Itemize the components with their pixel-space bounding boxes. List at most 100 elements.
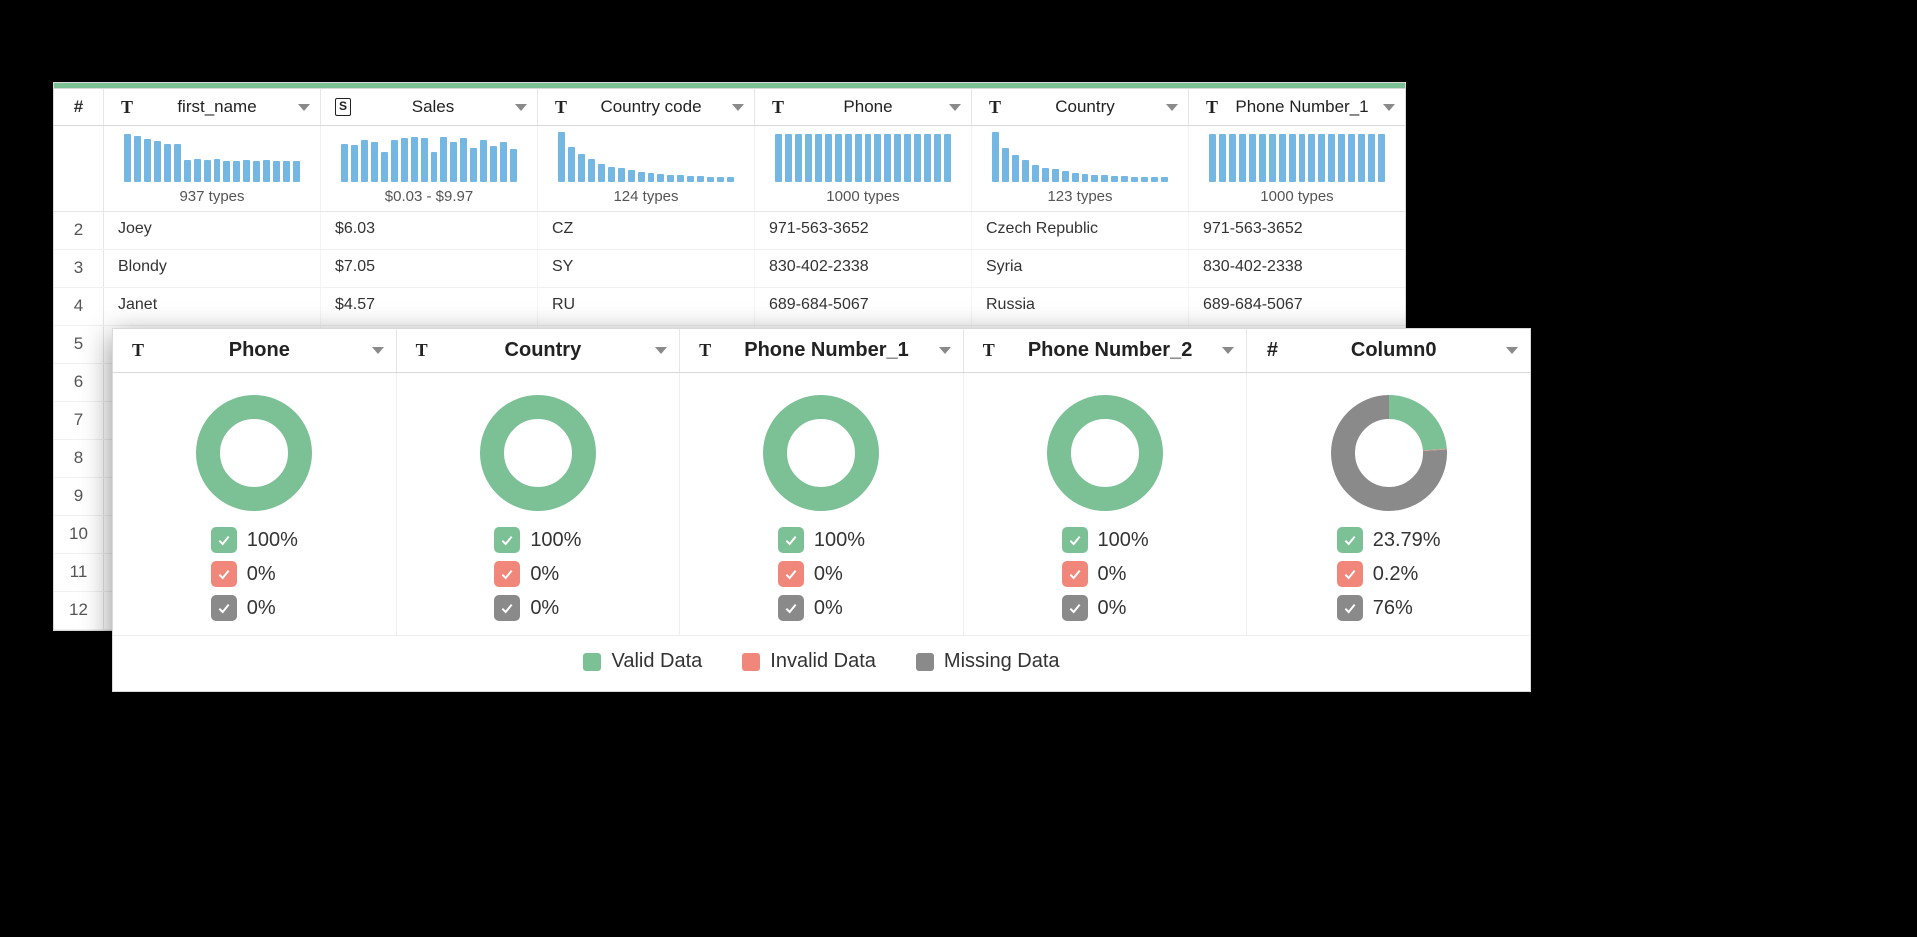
chevron-down-icon[interactable]: [1166, 104, 1178, 111]
swatch-missing: [916, 653, 934, 671]
table-cell[interactable]: Blondy: [104, 250, 321, 287]
chevron-down-icon[interactable]: [515, 104, 527, 111]
table-cell[interactable]: $4.57: [321, 288, 538, 325]
mini-bar: [992, 132, 999, 182]
mini-bar: [1091, 175, 1098, 182]
column-summary-text: 1000 types: [1195, 188, 1399, 205]
quality-column-header[interactable]: TPhone Number_2: [964, 329, 1248, 372]
mini-bar: [707, 177, 714, 182]
mini-bar: [421, 138, 428, 182]
row-number: 5: [54, 326, 104, 363]
mini-bar: [934, 134, 941, 182]
table-cell[interactable]: 830-402-2338: [1189, 250, 1405, 287]
table-cell[interactable]: 971-563-3652: [1189, 212, 1405, 249]
stat-valid: 100%: [211, 527, 298, 553]
table-cell[interactable]: Janet: [104, 288, 321, 325]
chevron-down-icon[interactable]: [939, 347, 951, 354]
table-cell[interactable]: 971-563-3652: [755, 212, 972, 249]
column-header[interactable]: TCountry: [972, 89, 1189, 125]
mini-bar: [351, 145, 358, 182]
mini-bar: [1338, 134, 1345, 182]
table-row[interactable]: 3Blondy$7.05SY830-402-2338Syria830-402-2…: [54, 250, 1405, 288]
chevron-down-icon[interactable]: [372, 347, 384, 354]
column-header-label: first_name: [144, 97, 290, 117]
chevron-down-icon[interactable]: [298, 104, 310, 111]
quality-chart-cell: 100% 0% 0%: [113, 373, 397, 635]
mini-bar: [677, 175, 684, 182]
column-header-label: Country: [1012, 97, 1158, 117]
chevron-down-icon[interactable]: [655, 347, 667, 354]
stat-valid-value: 100%: [247, 529, 298, 552]
table-cell[interactable]: CZ: [538, 212, 755, 249]
mini-bar: [1082, 174, 1089, 182]
check-icon: [1337, 527, 1363, 553]
table-cell[interactable]: Joey: [104, 212, 321, 249]
quality-stats: 100% 0% 0%: [778, 527, 865, 621]
stat-valid-value: 100%: [530, 529, 581, 552]
mini-bar: [1328, 134, 1335, 182]
legend-missing-label: Missing Data: [944, 650, 1060, 673]
mini-bar: [1161, 177, 1168, 182]
mini-bar: [727, 177, 734, 182]
stat-missing: 76%: [1337, 595, 1413, 621]
mini-bar-chart: [327, 134, 531, 186]
quality-column-header[interactable]: #Column0: [1247, 329, 1530, 372]
mini-bar: [1368, 134, 1375, 182]
table-cell[interactable]: Russia: [972, 288, 1189, 325]
quality-column-header[interactable]: TCountry: [397, 329, 681, 372]
chevron-down-icon[interactable]: [732, 104, 744, 111]
mini-bar: [431, 152, 438, 182]
table-cell[interactable]: Syria: [972, 250, 1189, 287]
mini-bar: [1239, 134, 1246, 182]
check-icon: [211, 527, 237, 553]
column-header[interactable]: TCountry code: [538, 89, 755, 125]
table-cell[interactable]: 689-684-5067: [755, 288, 972, 325]
chevron-down-icon[interactable]: [1222, 347, 1234, 354]
donut-chart: [1329, 393, 1449, 513]
mini-bar-chart: [544, 134, 748, 186]
column-summary-cell: 937 types: [104, 126, 321, 211]
column-header[interactable]: TPhone Number_1: [1189, 89, 1405, 125]
table-cell[interactable]: SY: [538, 250, 755, 287]
table-row[interactable]: 4Janet$4.57RU689-684-5067Russia689-684-5…: [54, 288, 1405, 326]
donut-chart: [194, 393, 314, 513]
column-header[interactable]: Tfirst_name: [104, 89, 321, 125]
mini-bar: [1348, 134, 1355, 182]
mini-bar-chart: [978, 134, 1182, 186]
mini-bar: [174, 144, 181, 182]
quality-panel: TPhoneTCountryTPhone Number_1TPhone Numb…: [112, 328, 1531, 692]
column-summary-cell: 124 types: [538, 126, 755, 211]
mini-bar: [578, 154, 585, 182]
mini-bar: [194, 159, 201, 182]
table-cell[interactable]: Czech Republic: [972, 212, 1189, 249]
column-header[interactable]: TPhone: [755, 89, 972, 125]
chevron-down-icon[interactable]: [1383, 104, 1395, 111]
quality-chart-row: 100% 0% 0% 100% 0%: [113, 373, 1530, 635]
table-row[interactable]: 2Joey$6.03CZ971-563-3652Czech Republic97…: [54, 212, 1405, 250]
quality-column-header[interactable]: TPhone: [113, 329, 397, 372]
check-icon: [1337, 561, 1363, 587]
table-cell[interactable]: $7.05: [321, 250, 538, 287]
stat-valid: 100%: [1062, 527, 1149, 553]
mini-bar: [411, 137, 418, 182]
mini-bar: [134, 136, 141, 182]
table-cell[interactable]: $6.03: [321, 212, 538, 249]
quality-column-label: Phone: [155, 339, 364, 362]
column-header[interactable]: SSales: [321, 89, 538, 125]
mini-bar: [815, 134, 822, 182]
table-cell[interactable]: RU: [538, 288, 755, 325]
mini-bar: [214, 159, 221, 182]
table-cell[interactable]: 830-402-2338: [755, 250, 972, 287]
mini-bar: [283, 161, 290, 182]
mini-bar: [1299, 134, 1306, 182]
mini-bar: [391, 140, 398, 182]
quality-column-header[interactable]: TPhone Number_1: [680, 329, 964, 372]
chevron-down-icon[interactable]: [949, 104, 961, 111]
mini-bar-chart: [761, 134, 965, 186]
mini-bar: [341, 144, 348, 182]
chevron-down-icon[interactable]: [1506, 347, 1518, 354]
mini-bar: [874, 134, 881, 182]
table-cell[interactable]: 689-684-5067: [1189, 288, 1405, 325]
mini-bar: [371, 142, 378, 182]
mini-bar: [233, 161, 240, 182]
